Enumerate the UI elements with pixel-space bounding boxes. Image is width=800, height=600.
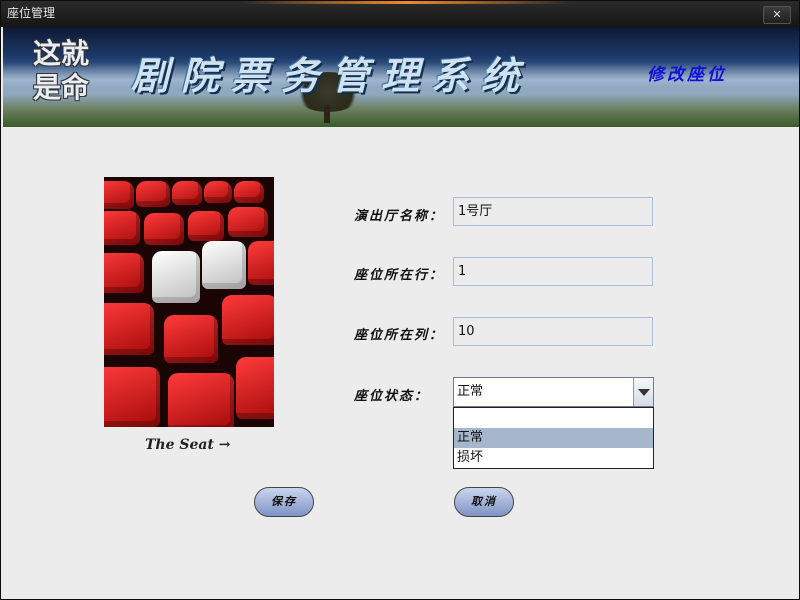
status-option-broken[interactable]: 损坏 bbox=[454, 448, 653, 468]
red-seat bbox=[168, 373, 234, 427]
seat-status-dropdown: 正常 损坏 bbox=[453, 407, 654, 469]
red-seat bbox=[144, 213, 184, 245]
red-seat bbox=[104, 303, 154, 355]
close-button[interactable]: ✕ bbox=[763, 6, 791, 24]
title-bar-glow bbox=[241, 1, 571, 4]
red-seat bbox=[136, 181, 170, 207]
white-seat bbox=[202, 241, 246, 289]
window-title: 座位管理 bbox=[7, 6, 56, 20]
red-seat bbox=[104, 181, 134, 209]
page-subtitle: 修改座位 bbox=[647, 65, 727, 85]
header-banner: 这就是命 剧院票务管理系统 修改座位 bbox=[3, 27, 799, 127]
seat-row-label: 座位所在行： bbox=[354, 268, 445, 283]
white-seat bbox=[152, 251, 200, 303]
status-option-blank[interactable] bbox=[454, 408, 653, 428]
save-button[interactable]: 保存 bbox=[254, 487, 314, 517]
red-seat bbox=[234, 181, 264, 203]
chevron-down-icon[interactable] bbox=[633, 378, 653, 406]
photo-caption: The Seat → bbox=[145, 437, 231, 453]
seat-column-label: 座位所在列： bbox=[354, 328, 445, 343]
hall-name-label: 演出厅名称： bbox=[354, 209, 445, 224]
hall-name-field[interactable]: 1号厅 bbox=[453, 197, 653, 226]
red-seat bbox=[204, 181, 232, 203]
red-seat bbox=[104, 367, 160, 427]
seat-column-field[interactable]: 10 bbox=[453, 317, 653, 346]
app-title: 剧院票务管理系统 bbox=[131, 53, 532, 98]
seat-management-window: 座位管理 ✕ 这就是命 剧院票务管理系统 修改座位 The Seat → 演出厅… bbox=[0, 0, 800, 600]
banner-tree-trunk bbox=[324, 105, 330, 123]
seat-status-value: 正常 bbox=[457, 384, 484, 399]
seat-row-field[interactable]: 1 bbox=[453, 257, 653, 286]
red-seat bbox=[188, 211, 224, 241]
red-seat bbox=[222, 295, 274, 345]
seat-photo bbox=[104, 177, 274, 427]
banner-logo: 这就是命 bbox=[33, 37, 90, 104]
cancel-button[interactable]: 取消 bbox=[454, 487, 514, 517]
status-option-normal[interactable]: 正常 bbox=[454, 428, 653, 448]
red-seat bbox=[164, 315, 218, 363]
red-seat bbox=[104, 211, 140, 245]
red-seat bbox=[236, 357, 274, 419]
red-seat bbox=[228, 207, 268, 237]
seat-status-select[interactable]: 正常 bbox=[453, 377, 654, 407]
red-seat bbox=[172, 181, 202, 205]
title-bar: 座位管理 ✕ bbox=[1, 1, 799, 27]
red-seat bbox=[248, 241, 274, 285]
red-seat bbox=[104, 253, 144, 293]
seat-status-label: 座位状态： bbox=[354, 389, 430, 404]
